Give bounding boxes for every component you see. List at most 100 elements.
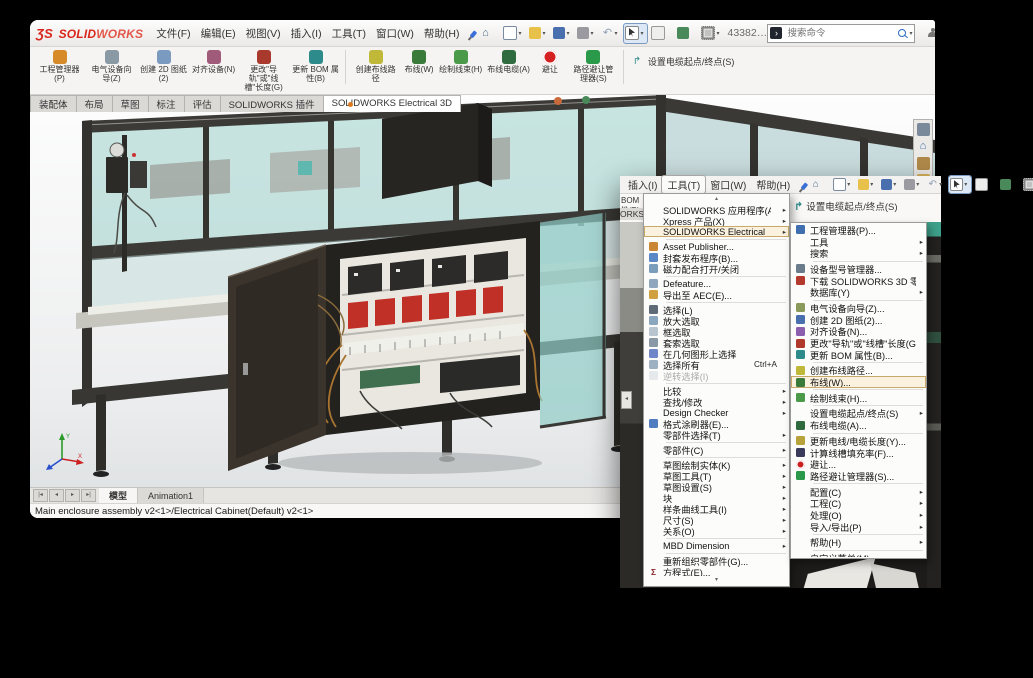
- feature-tab[interactable]: SOLIDWORKS 插件: [220, 95, 324, 112]
- quick-icon[interactable]: ▾: [502, 24, 525, 43]
- panel-collapse-arrow[interactable]: ◂: [621, 391, 632, 409]
- quick-icon[interactable]: ▾: [949, 176, 971, 193]
- model-tab[interactable]: 模型: [99, 488, 138, 503]
- solidworks-home-icon[interactable]: ⌂: [917, 140, 930, 153]
- quick-icon[interactable]: ▾: [552, 24, 573, 43]
- menu-item[interactable]: 关系(O) ▸: [644, 525, 789, 536]
- feature-tab[interactable]: 装配体: [30, 95, 77, 112]
- ribbon-button[interactable]: 避让: [533, 49, 567, 75]
- ribbon-button[interactable]: 更新 BOM 属性(B): [290, 49, 341, 84]
- menu-item[interactable]: 搜索 ▸: [791, 247, 926, 259]
- quick-icon[interactable]: ▾: [576, 24, 597, 43]
- menu-item[interactable]: 绘制线束(H)...: [791, 392, 926, 404]
- ribbon-button[interactable]: ↱设置电缆起点/终点(S): [628, 49, 737, 70]
- caret-down-icon[interactable]: ▾: [909, 30, 912, 37]
- menu-scroll-down[interactable]: ▾: [644, 576, 789, 585]
- menu-item[interactable]: 数据库(Y) ▸: [791, 286, 926, 298]
- feature-tab[interactable]: SOLIDWORKS Electrical 3D: [323, 95, 461, 112]
- quick-icon[interactable]: ▾: [624, 24, 647, 43]
- quick-icon[interactable]: [676, 24, 697, 43]
- feature-tab[interactable]: 草图: [112, 95, 149, 112]
- quick-icon[interactable]: ▾: [880, 176, 900, 193]
- tab-nav-button[interactable]: ◂: [49, 489, 64, 502]
- menu-item[interactable]: 导入/导出(P) ▸: [791, 521, 926, 533]
- menubar-item[interactable]: 窗口(W): [371, 24, 419, 43]
- feature-tab[interactable]: 评估: [184, 95, 221, 112]
- quick-icon[interactable]: [974, 176, 996, 193]
- ribbon-button[interactable]: 布线(W): [402, 49, 436, 75]
- menu-item[interactable]: Σ 方程式(E)...: [644, 566, 789, 576]
- design-library-icon[interactable]: [917, 157, 930, 170]
- feature-tab[interactable]: 标注: [148, 95, 185, 112]
- resources-icon[interactable]: [917, 123, 930, 136]
- menu-item[interactable]: Xpress 产品(X) ▸: [644, 215, 789, 226]
- menubar-item[interactable]: 插入(I): [623, 176, 662, 193]
- menubar-item[interactable]: 窗口(W): [705, 176, 751, 193]
- quick-icon[interactable]: [650, 24, 673, 43]
- command-search[interactable]: › ▾: [767, 24, 915, 43]
- cable-endpoints-ribbon-button[interactable]: ↱ 设置电缆起点/终点(S): [794, 199, 898, 213]
- save-icon: [553, 27, 565, 39]
- menubar-item[interactable]: 工具(T): [662, 176, 705, 193]
- menu-item[interactable]: 更新 BOM 属性(B)...: [791, 349, 926, 361]
- menu-item[interactable]: 导出至 AEC(E)...: [644, 289, 789, 300]
- quick-icon[interactable]: ▾: [700, 24, 723, 43]
- item-icon: [649, 556, 658, 565]
- menubar-item[interactable]: 帮助(H): [751, 176, 795, 193]
- menu-scroll-up[interactable]: ▴: [644, 195, 789, 204]
- quick-icon[interactable]: ⌂: [809, 176, 829, 193]
- quick-icon[interactable]: ⌂: [478, 24, 499, 43]
- pin-icon[interactable]: [795, 180, 803, 189]
- quick-icon[interactable]: ↶▾: [926, 176, 946, 193]
- menubar-item[interactable]: 文件(F): [151, 24, 195, 43]
- menu-item[interactable]: 布线电缆(A)...: [791, 419, 926, 431]
- ribbon-button[interactable]: 对齐设备(N): [190, 49, 237, 75]
- ribbon-button[interactable]: 工程管理器(P): [34, 49, 85, 84]
- pin-icon[interactable]: [465, 28, 473, 37]
- menubar-item[interactable]: 工具(T): [327, 24, 371, 43]
- menu-item[interactable]: 磁力配合打开/关闭: [644, 263, 789, 274]
- ribbon-button[interactable]: 布线电缆(A): [485, 49, 532, 75]
- menubar-item[interactable]: 编辑(E): [196, 24, 241, 43]
- menu-item[interactable]: 路径避让管理器(S)...: [791, 470, 926, 482]
- menu-item[interactable]: 查找/修改 ▸: [644, 396, 789, 407]
- submenu-arrow-icon: ▸: [779, 206, 786, 214]
- quick-icon[interactable]: ▾: [528, 24, 549, 43]
- menubar-item[interactable]: 视图(V): [241, 24, 286, 43]
- tab-nav-button[interactable]: |◂: [33, 489, 48, 502]
- menu-item[interactable]: 自定义菜单(M): [791, 552, 926, 557]
- menu-item[interactable]: 布线(W)...: [791, 376, 926, 388]
- caret-down-icon: ▾: [964, 181, 970, 188]
- tab-nav-button[interactable]: ▸|: [81, 489, 96, 502]
- quick-icon[interactable]: ▾: [1022, 176, 1033, 193]
- ribbon-button[interactable]: 创建布线路径: [350, 49, 401, 84]
- select-pointer-icon: [625, 26, 639, 40]
- quick-icon[interactable]: ▾: [903, 176, 923, 193]
- path-avoidance-manager-icon: [586, 50, 600, 64]
- svg-text:X: X: [78, 454, 82, 460]
- quick-icon[interactable]: ▾: [857, 176, 877, 193]
- tab-nav-button[interactable]: ▸: [65, 489, 80, 502]
- menu-item[interactable]: 帮助(H) ▸: [791, 537, 926, 549]
- ribbon-button[interactable]: 路径避让管理器(S): [568, 49, 619, 84]
- model-tab[interactable]: Animation1: [138, 488, 204, 503]
- menu-item[interactable]: MBD Dimension ▸: [644, 540, 789, 551]
- quick-icon[interactable]: [999, 176, 1019, 193]
- ribbon-button[interactable]: 创建 2D 图纸(2): [138, 49, 189, 84]
- search-input[interactable]: [785, 27, 895, 40]
- quick-icon[interactable]: ↶▾: [600, 24, 621, 43]
- menubar-item[interactable]: 帮助(H): [419, 24, 465, 43]
- menu-item[interactable]: 逆转选择(I): [644, 370, 789, 381]
- ribbon-button[interactable]: 更改"导轨"或"线槽"长度(G): [238, 49, 289, 94]
- magnifier-icon[interactable]: [898, 29, 906, 37]
- feature-tab[interactable]: 布局: [76, 95, 113, 112]
- quick-icon[interactable]: ▾: [832, 176, 854, 193]
- ribbon-button[interactable]: 绘制线束(H): [437, 49, 484, 75]
- ribbon-button[interactable]: 电气设备向导(Z): [86, 49, 137, 84]
- menu-item[interactable]: SOLIDWORKS Electrical ▸: [644, 226, 789, 237]
- menu-item[interactable]: 零部件选择(T) ▸: [644, 429, 789, 440]
- menubar-item[interactable]: 插入(I): [286, 24, 327, 43]
- menu-item[interactable]: 零部件(C) ▸: [644, 444, 789, 455]
- separator: [666, 276, 786, 277]
- caret-down-icon: ▾: [893, 181, 899, 188]
